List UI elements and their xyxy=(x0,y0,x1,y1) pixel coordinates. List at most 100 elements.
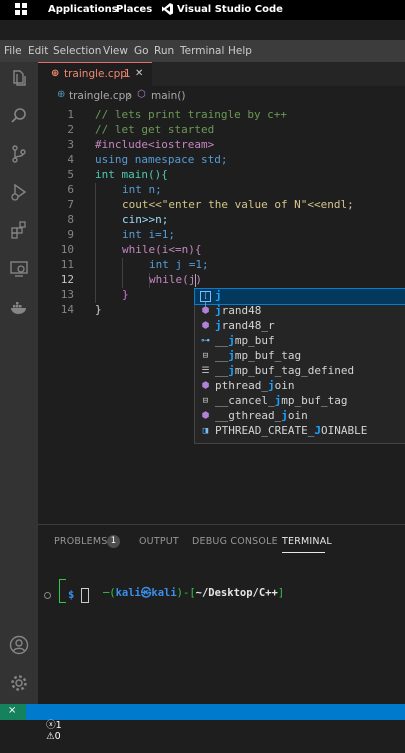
line-number: 4 xyxy=(67,153,74,166)
indent-guide xyxy=(95,183,96,303)
line-number: 9 xyxy=(67,228,74,241)
terminal-dollar: $ xyxy=(68,589,75,601)
search-icon[interactable] xyxy=(9,106,29,126)
variable-icon: [ ] xyxy=(200,291,211,309)
system-top-bar: Applications Places Visual Studio Code xyxy=(0,0,405,20)
terminal-cursor xyxy=(81,588,89,603)
line-number: 10 xyxy=(60,243,74,256)
problems-status[interactable]: ⓧ1 ⚠0 xyxy=(34,706,62,753)
code-line: cout<<"enter the value of N"<<endl; xyxy=(122,198,354,211)
remote-explorer-icon[interactable] xyxy=(9,258,29,278)
breadcrumb-symbol[interactable]: main() xyxy=(151,90,185,102)
menu-run[interactable]: Run xyxy=(154,45,174,57)
code-line: int n; xyxy=(122,183,162,196)
suggestion-item[interactable]: ◨ PTHREAD_CREATE_JOINABLE xyxy=(195,424,405,439)
vscode-app-icon xyxy=(162,3,173,18)
method-cube-icon: ⬢ xyxy=(201,306,210,316)
settings-gear-icon[interactable] xyxy=(9,673,29,693)
extensions-icon[interactable] xyxy=(9,220,29,240)
suggestion-item[interactable]: ⬢ pthread_join xyxy=(195,379,405,394)
text-cursor xyxy=(195,274,196,287)
suggestion-item-selected[interactable]: [ ] j xyxy=(194,288,405,309)
method-cube-icon: ⬢ xyxy=(201,411,210,421)
line-number: 8 xyxy=(67,213,74,226)
tab-problem-count: 1 xyxy=(124,68,131,80)
problems-count-badge: 1 xyxy=(107,535,120,548)
menu-terminal[interactable]: Terminal xyxy=(180,45,224,57)
places-menu[interactable]: Places xyxy=(116,4,152,15)
cpp-file-icon: ⊕ xyxy=(51,68,60,79)
warning-count: 0 xyxy=(54,731,61,742)
warning-icon: ⚠ xyxy=(46,731,55,742)
code-line: } xyxy=(122,288,129,301)
code-line: cin>>n; xyxy=(122,213,169,226)
breadcrumb-file-icon: ⊕ xyxy=(57,89,66,100)
code-line: int j =1; xyxy=(149,258,209,271)
apps-grid-icon[interactable] xyxy=(15,3,27,18)
terminal-status-dot xyxy=(44,592,51,599)
status-bar: ⨯ ⓧ1 ⚠0 xyxy=(0,704,405,742)
menu-help[interactable]: Help xyxy=(228,45,252,57)
bottom-panel: PROBLEMS 1 OUTPUT DEBUG CONSOLE TERMINAL… xyxy=(38,524,405,705)
source-control-icon[interactable] xyxy=(9,144,29,164)
line-number: 13 xyxy=(60,288,74,301)
line-number: 2 xyxy=(67,123,74,136)
suggestion-item[interactable]: ⊟ __jmp_buf_tag xyxy=(195,349,405,364)
menu-view[interactable]: View xyxy=(103,45,128,57)
method-cube-icon: ⬢ xyxy=(201,321,210,331)
suggestion-item[interactable]: ⊶ __jmp_buf xyxy=(195,334,405,349)
code-line: #include<iostream> xyxy=(95,138,215,151)
code-line: using namespace std; xyxy=(95,153,228,166)
explorer-icon[interactable] xyxy=(9,68,29,88)
suggestion-item[interactable]: ⬢ jrand48 xyxy=(195,304,405,319)
menu-file[interactable]: File xyxy=(4,45,22,57)
panel-tab-output[interactable]: OUTPUT xyxy=(139,536,179,547)
code-line: int main(){ xyxy=(95,168,168,181)
terminal-user: kali㉿kali xyxy=(115,587,177,599)
applications-menu[interactable]: Applications xyxy=(48,4,118,15)
error-icon: ⓧ xyxy=(46,720,56,731)
terminal[interactable]: ─(kali㉿kali)-[~/Desktop/C++] $ xyxy=(38,565,405,705)
code-line: } xyxy=(95,303,102,316)
breadcrumb: ⊕ traingle.cpp › ⬡ main() xyxy=(38,86,405,106)
indent-guide xyxy=(122,258,123,288)
suggestion-item[interactable]: ☰ __jmp_buf_tag_defined xyxy=(195,364,405,379)
breadcrumb-file[interactable]: traingle.cpp xyxy=(69,90,132,102)
line-number: 3 xyxy=(67,138,74,151)
line-number: 12 xyxy=(60,273,74,286)
method-cube-icon: ⬢ xyxy=(201,381,210,391)
menu-bar: File Edit Selection View Go Run Terminal… xyxy=(0,40,405,62)
line-number: 1 xyxy=(67,108,74,121)
menu-selection[interactable]: Selection xyxy=(53,45,101,57)
code-line: int i=1; xyxy=(122,228,175,241)
activity-bar xyxy=(0,62,38,704)
menu-edit[interactable]: Edit xyxy=(28,45,48,57)
panel-tab-debug-console[interactable]: DEBUG CONSOLE xyxy=(192,536,278,547)
terminal-prompt-line: ─(kali㉿kali)-[~/Desktop/C++] xyxy=(102,587,285,599)
terminal-tab-underline xyxy=(282,552,325,553)
line-number: 6 xyxy=(67,183,74,196)
suggestion-item[interactable]: ⬢ __gthread_join xyxy=(195,409,405,424)
editor-tab-active[interactable]: ⊕ traingle.cpp 1 ✕ xyxy=(38,62,152,87)
suggestion-item[interactable]: ⊟ __cancel_jmp_buf_tag xyxy=(195,394,405,409)
code-line: // lets print traingle by c++ xyxy=(95,108,288,121)
error-count: 1 xyxy=(55,720,62,731)
account-icon[interactable] xyxy=(9,635,29,655)
suggestion-item[interactable]: ⬢ jrand48_r xyxy=(195,319,405,334)
active-app-name[interactable]: Visual Studio Code xyxy=(177,4,283,15)
docker-icon[interactable] xyxy=(9,298,29,318)
code-line: // let get started xyxy=(95,123,215,136)
function-symbol-icon: ⬡ xyxy=(137,89,146,100)
remote-icon: ⨯ xyxy=(8,705,17,716)
menu-go[interactable]: Go xyxy=(134,45,149,57)
line-number: 7 xyxy=(67,198,74,211)
enum-member-icon: ◨ xyxy=(202,426,209,436)
panel-tab-problems[interactable]: PROBLEMS xyxy=(54,536,107,547)
run-debug-icon[interactable] xyxy=(9,182,29,202)
panel-tab-terminal[interactable]: TERMINAL xyxy=(282,536,332,547)
tab-close-icon[interactable]: ✕ xyxy=(135,68,143,79)
breadcrumb-separator: › xyxy=(127,89,132,101)
line-number: 5 xyxy=(67,168,74,181)
remote-button[interactable]: ⨯ xyxy=(0,704,26,720)
line-number: 14 xyxy=(60,303,74,316)
